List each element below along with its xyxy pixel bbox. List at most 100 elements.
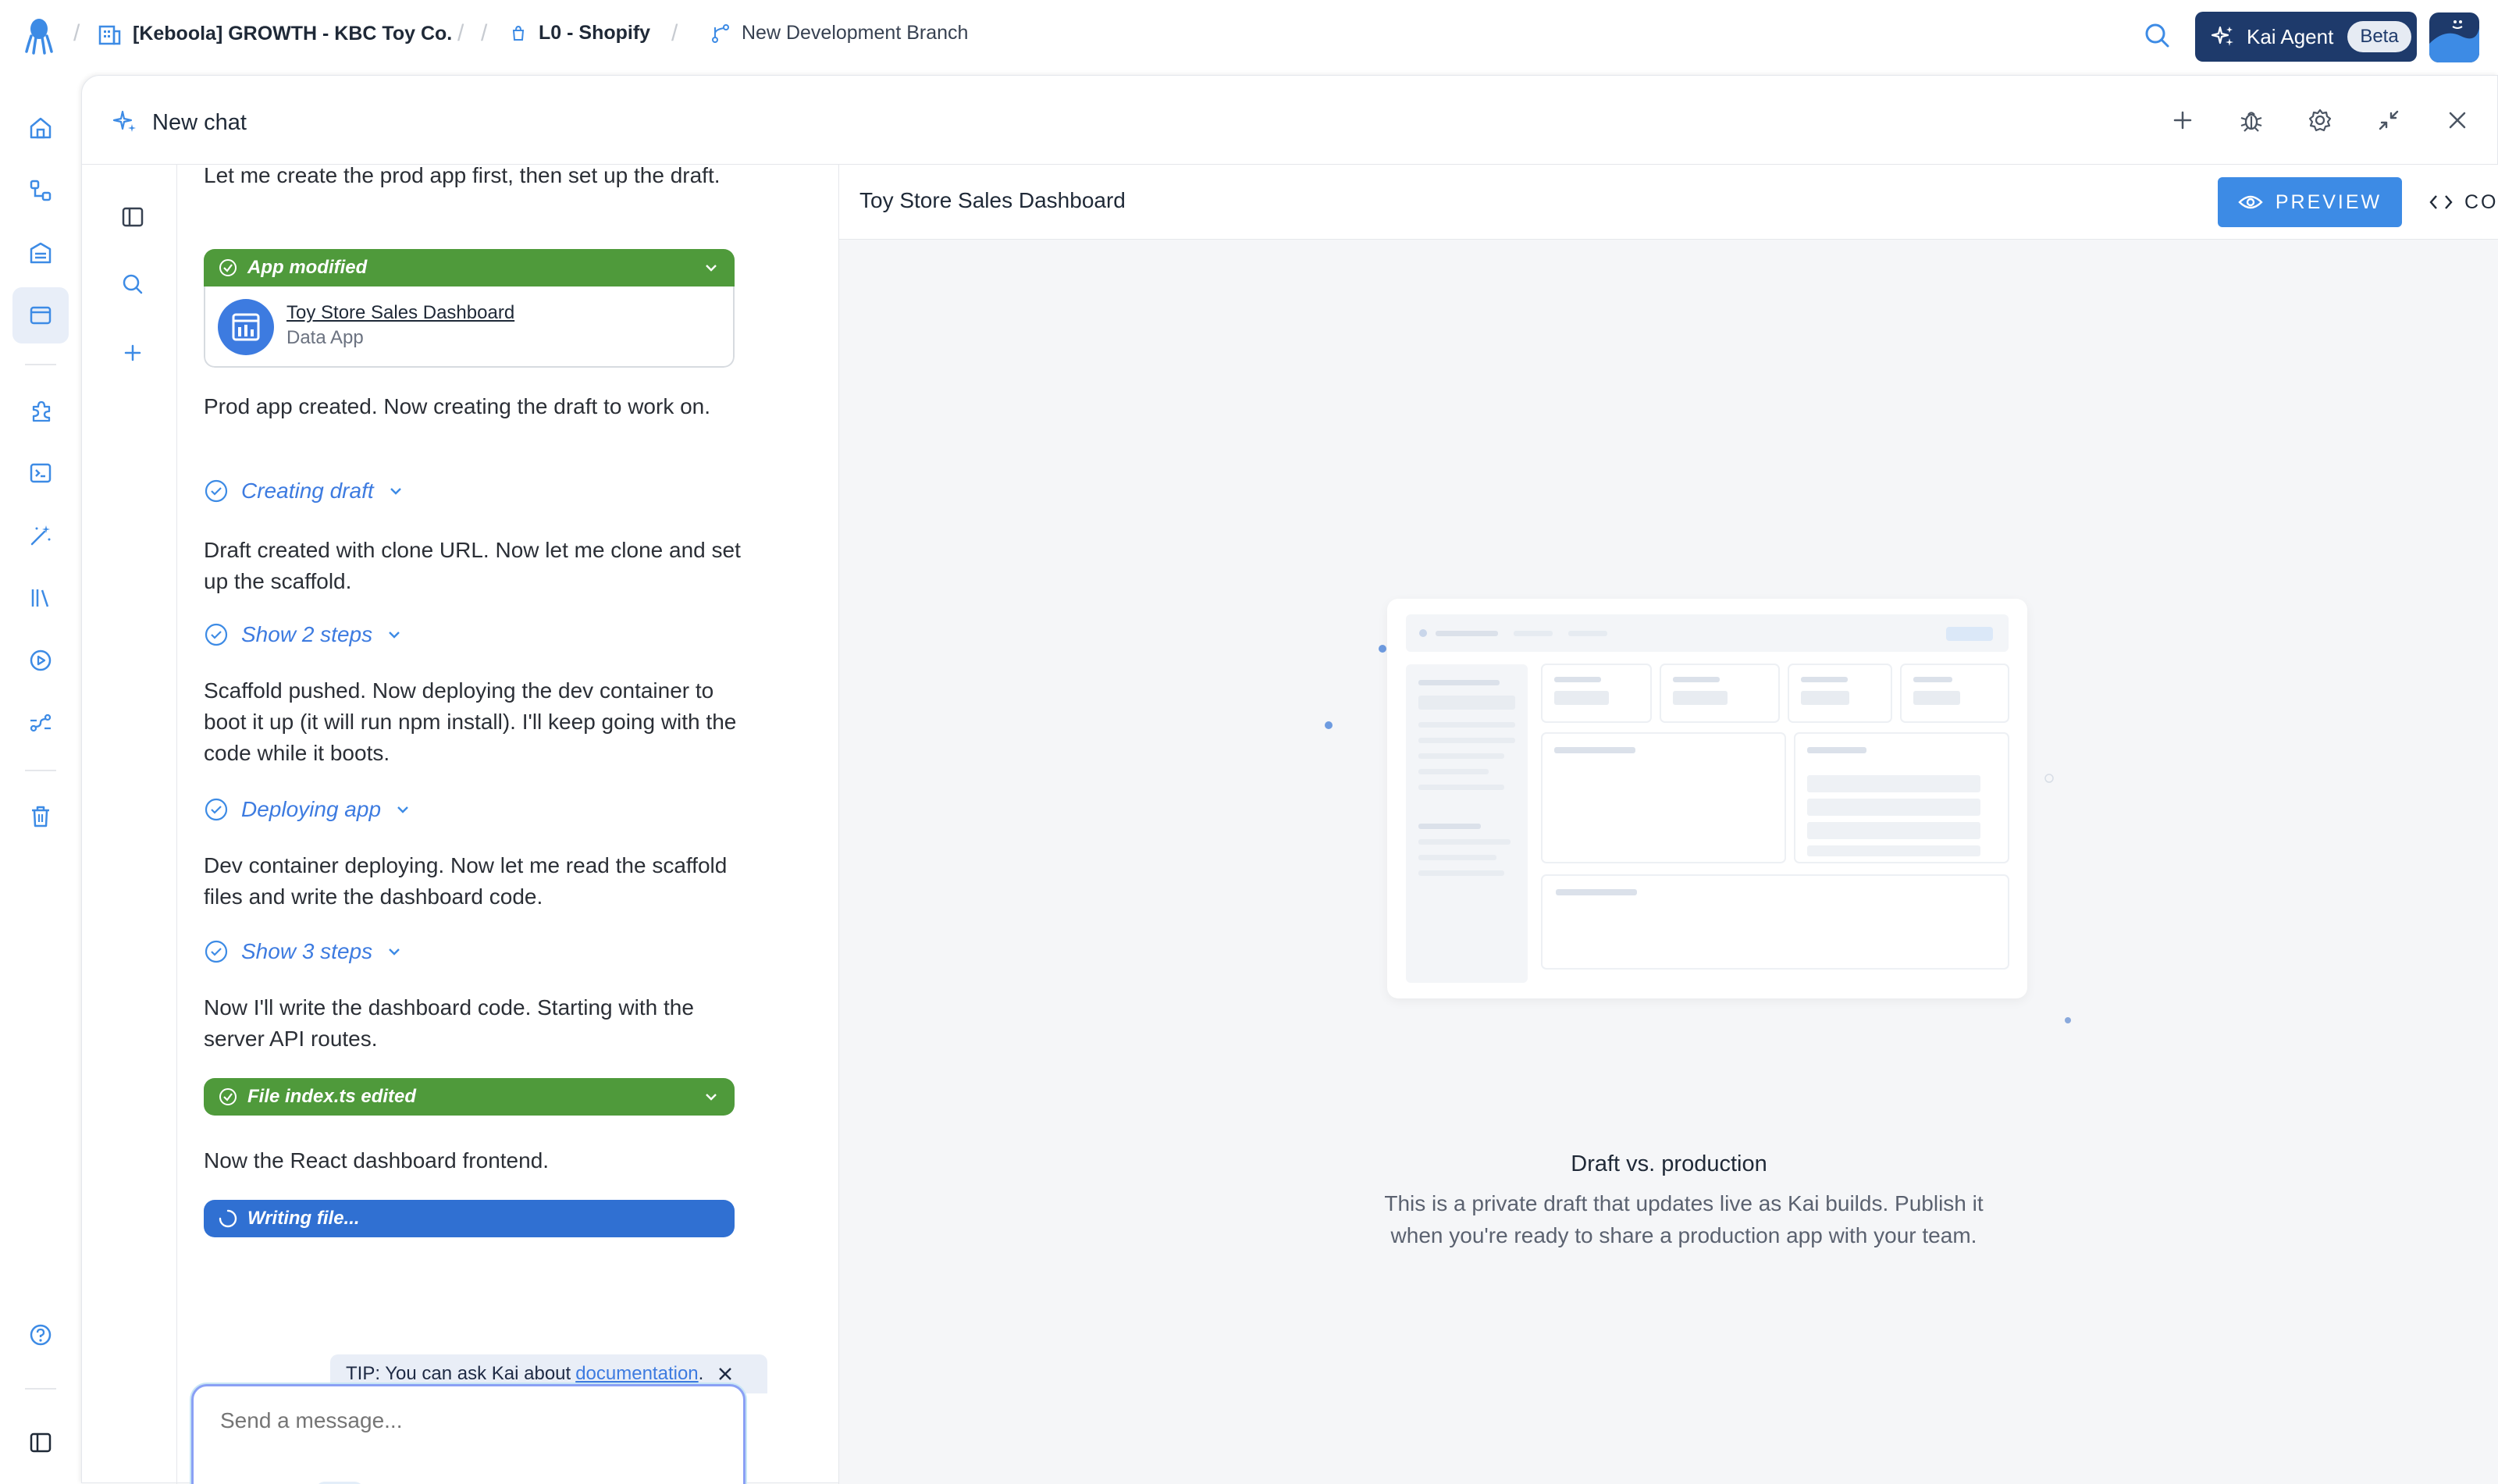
search-icon[interactable] xyxy=(2142,20,2173,52)
avatar[interactable] xyxy=(2429,12,2479,62)
chat-thread: Let me create the prod app first, then s… xyxy=(177,165,839,1484)
preview-title: Toy Store Sales Dashboard xyxy=(859,188,1126,212)
jobs-icon[interactable] xyxy=(12,632,69,689)
app-preview: Toy Store Sales Dashboard PREVIEW CODE xyxy=(839,165,2498,1484)
lineage-icon[interactable] xyxy=(12,695,69,751)
chevron-down-icon xyxy=(385,625,404,644)
assistant-message: Prod app created. Now creating the draft… xyxy=(204,394,711,418)
empty-state-title: Draft vs. production xyxy=(1571,1151,1767,1176)
preview-body: Draft vs. production This is a private d… xyxy=(839,240,2498,1484)
kai-chat-panel: New chat Let me create the prod app firs xyxy=(81,75,2498,1484)
spinner-icon xyxy=(218,1208,238,1229)
app-type-label: Data App xyxy=(286,327,364,348)
plus-icon[interactable] xyxy=(2169,107,2196,133)
tip-suffix: . xyxy=(698,1363,704,1384)
status-bar[interactable]: File index.ts edited xyxy=(204,1078,735,1116)
app-name-link[interactable]: Toy Store Sales Dashboard xyxy=(286,302,514,324)
kai-agent-label: Kai Agent xyxy=(2247,24,2334,48)
breadcrumb-separator: / xyxy=(671,20,678,46)
top-bar: / [Keboola] GROWTH - KBC Toy Co. / / L0 … xyxy=(0,0,2498,73)
building-icon xyxy=(97,22,122,45)
close-icon[interactable] xyxy=(2444,107,2471,133)
assistant-message: Let me create the prod app first, then s… xyxy=(204,165,721,187)
dashboard-mockup xyxy=(1387,599,2027,998)
step-label: Show 2 steps xyxy=(241,622,373,646)
step-show-2-steps[interactable]: Show 2 steps xyxy=(204,622,404,647)
step-show-3-steps[interactable]: Show 3 steps xyxy=(204,939,404,964)
status-bar[interactable]: App modified xyxy=(204,249,735,286)
step-creating-draft[interactable]: Creating draft xyxy=(204,479,405,504)
divider xyxy=(25,1388,56,1390)
breadcrumb-project[interactable]: [Keboola] GROWTH - KBC Toy Co. xyxy=(97,22,452,45)
breadcrumb-separator: / xyxy=(481,20,488,46)
empty-state-text: This is a private draft that updates liv… xyxy=(1384,1191,1984,1247)
magic-wand-icon[interactable] xyxy=(12,507,69,564)
chevron-down-icon xyxy=(393,800,412,819)
keboola-logo-icon[interactable] xyxy=(23,17,55,55)
step-label: Creating draft xyxy=(241,479,374,503)
branch-icon xyxy=(710,23,731,44)
step-deploying-app[interactable]: Deploying app xyxy=(204,797,412,822)
sparkle-icon xyxy=(112,109,138,135)
panel-title: New chat xyxy=(152,110,247,135)
beta-badge: Beta xyxy=(2347,21,2411,52)
status-label: App modified xyxy=(247,257,368,278)
divider xyxy=(25,364,56,365)
branch-name: New Development Branch xyxy=(742,22,969,44)
documentation-link[interactable]: documentation xyxy=(575,1363,698,1385)
assistant-message: Scaffold pushed. Now deploying the dev c… xyxy=(204,678,737,765)
status-label: File index.ts edited xyxy=(247,1086,417,1107)
chevron-down-icon xyxy=(385,942,404,961)
file-edited-card[interactable]: File index.ts edited xyxy=(204,1078,735,1116)
code-icon xyxy=(2429,193,2454,212)
step-label: Show 3 steps xyxy=(241,939,373,963)
tip-text: TIP: You can ask Kai about xyxy=(346,1363,571,1384)
chevron-down-icon[interactable] xyxy=(703,260,719,276)
breadcrumb-separator: / xyxy=(457,20,464,46)
help-icon[interactable] xyxy=(12,1307,69,1363)
preview-button[interactable]: PREVIEW xyxy=(2218,177,2402,227)
new-chat-icon[interactable] xyxy=(119,340,146,366)
sparkles-icon xyxy=(2211,24,2236,49)
message-composer xyxy=(191,1384,745,1484)
sidebar-toggle-icon[interactable] xyxy=(12,1415,69,1471)
project-name: [Keboola] GROWTH - KBC Toy Co. xyxy=(133,22,453,44)
kai-agent-button[interactable]: Kai Agent Beta xyxy=(2195,12,2417,62)
divider xyxy=(25,770,56,771)
panel-toggle-icon[interactable] xyxy=(119,204,146,230)
trash-icon[interactable] xyxy=(12,788,69,845)
assistant-message: Now I'll write the dashboard code. Start… xyxy=(204,995,694,1051)
message-input[interactable] xyxy=(220,1408,704,1433)
assistant-message: Now the React dashboard frontend. xyxy=(204,1148,550,1173)
eye-icon xyxy=(2238,193,2263,212)
settings-gear-icon[interactable] xyxy=(2307,107,2333,133)
breadcrumb-connection[interactable]: L0 - Shopify xyxy=(509,22,650,44)
check-circle-icon xyxy=(204,479,229,504)
components-icon[interactable] xyxy=(12,383,69,439)
code-label: CODE xyxy=(2464,190,2498,213)
shopify-icon xyxy=(509,24,528,43)
home-icon[interactable] xyxy=(12,100,69,156)
progress-bar: Writing file... xyxy=(204,1200,735,1237)
library-icon[interactable] xyxy=(12,570,69,626)
search-chats-icon[interactable] xyxy=(119,271,146,297)
status-label: Writing file... xyxy=(247,1208,360,1229)
check-circle-icon xyxy=(204,797,229,822)
connection-name: L0 - Shopify xyxy=(539,22,651,44)
close-icon[interactable] xyxy=(716,1365,735,1383)
breadcrumb-separator: / xyxy=(73,20,80,46)
bug-icon[interactable] xyxy=(2238,107,2265,133)
breadcrumb-branch[interactable]: New Development Branch xyxy=(710,22,968,44)
storage-icon[interactable] xyxy=(12,225,69,281)
check-circle-icon xyxy=(204,939,229,964)
code-button[interactable]: CODE xyxy=(2429,177,2498,227)
minimize-icon[interactable] xyxy=(2375,107,2402,133)
flows-icon[interactable] xyxy=(12,162,69,219)
app-modified-card[interactable]: App modified Toy Store Sales Dashboard D… xyxy=(204,249,735,368)
panel-header: New chat xyxy=(82,76,2498,165)
transformations-icon[interactable] xyxy=(12,445,69,501)
check-circle-icon xyxy=(204,622,229,647)
check-circle-icon xyxy=(218,258,238,278)
chevron-down-icon[interactable] xyxy=(703,1089,719,1105)
data-apps-icon[interactable] xyxy=(12,287,69,343)
